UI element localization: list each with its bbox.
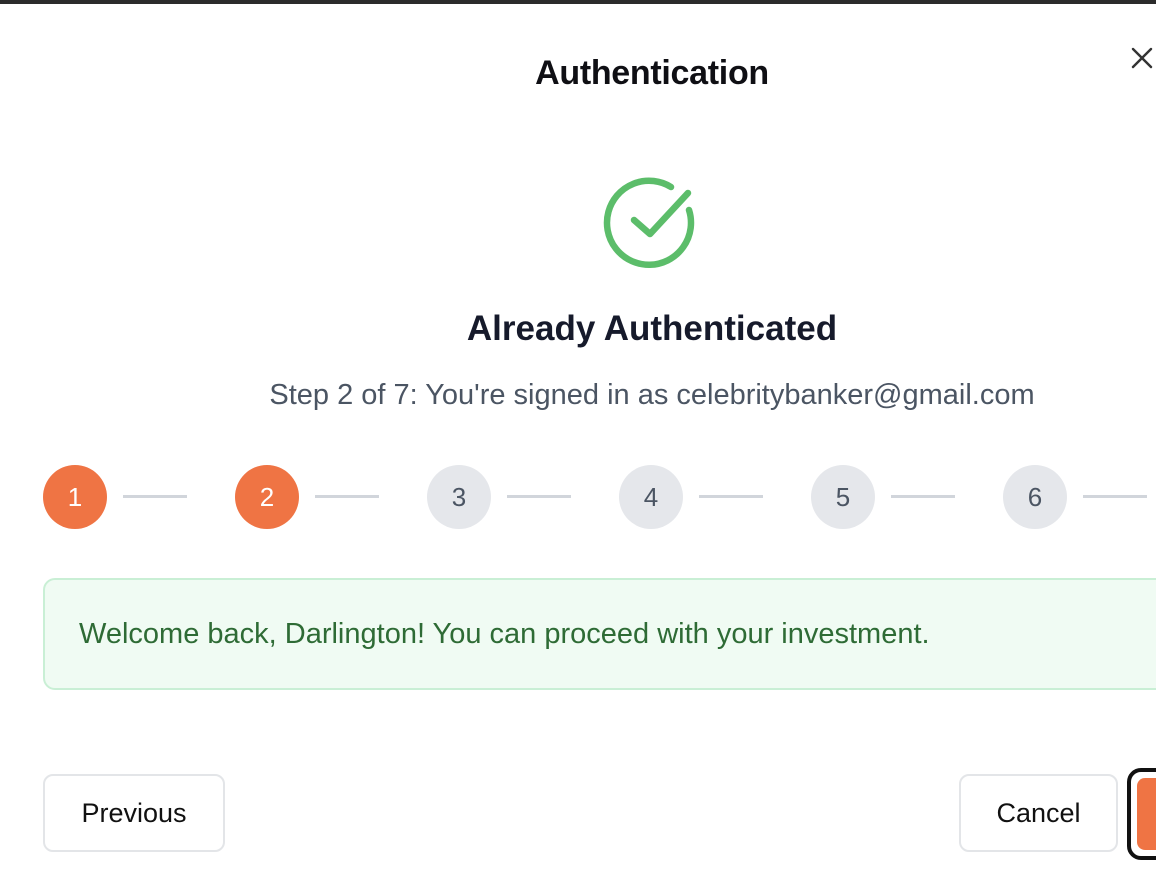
next-button[interactable]: [1127, 768, 1156, 860]
step-connector: [1083, 495, 1147, 498]
close-icon: [1131, 47, 1153, 69]
step-connector: [699, 495, 763, 498]
step-6: 6: [1003, 465, 1067, 529]
step-4: 4: [619, 465, 683, 529]
cancel-button[interactable]: Cancel: [959, 774, 1118, 852]
step-connector: [507, 495, 571, 498]
welcome-message: Welcome back, Darlington! You can procee…: [79, 618, 930, 650]
step-connector: [123, 495, 187, 498]
step-5: 5: [811, 465, 875, 529]
step-connector: [315, 495, 379, 498]
step-2: 2: [235, 465, 299, 529]
page: Authentication Already Authenticated Ste…: [0, 0, 1156, 880]
close-button[interactable]: [1124, 40, 1156, 76]
step-3: 3: [427, 465, 491, 529]
dialog-title: Authentication: [535, 54, 769, 92]
progress-stepper: 1 2 3 4 5 6: [43, 465, 1156, 529]
step-1: 1: [43, 465, 107, 529]
authentication-dialog: Authentication Already Authenticated Ste…: [0, 4, 1156, 880]
step-description: Step 2 of 7: You're signed in as celebri…: [269, 379, 1035, 411]
welcome-alert: Welcome back, Darlington! You can procee…: [43, 578, 1156, 690]
next-button-fill: [1137, 778, 1156, 850]
step-connector: [891, 495, 955, 498]
check-circle-icon: [603, 177, 695, 269]
status-heading: Already Authenticated: [466, 309, 838, 348]
previous-button[interactable]: Previous: [43, 774, 225, 852]
